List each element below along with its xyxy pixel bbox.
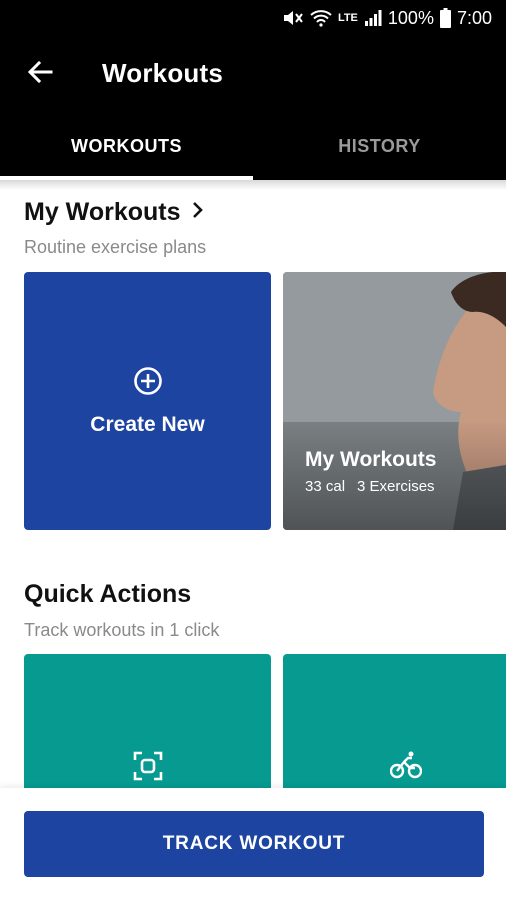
my-workouts-header[interactable]: My Workouts [24, 198, 205, 227]
network-label: LTE [337, 12, 358, 24]
tab-history[interactable]: HISTORY [253, 112, 506, 180]
workout-calories: 33 cal [305, 478, 346, 495]
create-new-label: Create New [90, 412, 205, 436]
my-workouts-title: My Workouts [24, 198, 181, 226]
quick-actions-header: Quick Actions [24, 580, 191, 609]
quick-action-cycling[interactable] [283, 654, 506, 794]
scan-icon [132, 750, 164, 787]
status-bar: LTE 100% 7:00 [0, 0, 506, 36]
bicycle-icon [389, 750, 423, 785]
chevron-right-icon [191, 201, 205, 224]
arrow-left-icon [27, 59, 53, 90]
plus-circle-icon [133, 366, 163, 401]
create-new-card[interactable]: Create New [24, 272, 271, 530]
signal-icon [364, 9, 382, 27]
tab-bar: WORKOUTS HISTORY [0, 112, 506, 180]
workout-card-title: My Workouts [305, 448, 437, 471]
my-workouts-card[interactable]: My Workouts 33 cal 3 Exercises [283, 272, 506, 530]
back-button[interactable] [22, 56, 58, 92]
app-bar: Workouts [0, 36, 506, 112]
bottom-panel: TRACK WORKOUT [0, 788, 506, 900]
quick-actions-title: Quick Actions [24, 580, 192, 608]
battery-icon [439, 8, 451, 28]
quick-actions-subtitle: Track workouts in 1 click [24, 620, 220, 640]
card-gradient [283, 420, 506, 530]
track-workout-button[interactable]: TRACK WORKOUT [24, 811, 484, 877]
quick-action-scan[interactable] [24, 654, 271, 794]
tab-shadow [0, 180, 506, 190]
workout-exercise-count: 3 Exercises [357, 478, 435, 495]
clock: 7:00 [456, 7, 492, 28]
workout-card-meta: 33 cal 3 Exercises [305, 478, 435, 495]
tab-workouts[interactable]: WORKOUTS [0, 112, 253, 180]
mute-icon [282, 8, 304, 28]
page-title: Workouts [102, 58, 224, 88]
my-workouts-subtitle: Routine exercise plans [24, 237, 207, 257]
wifi-icon [310, 9, 332, 27]
battery-percent: 100% [387, 7, 434, 28]
